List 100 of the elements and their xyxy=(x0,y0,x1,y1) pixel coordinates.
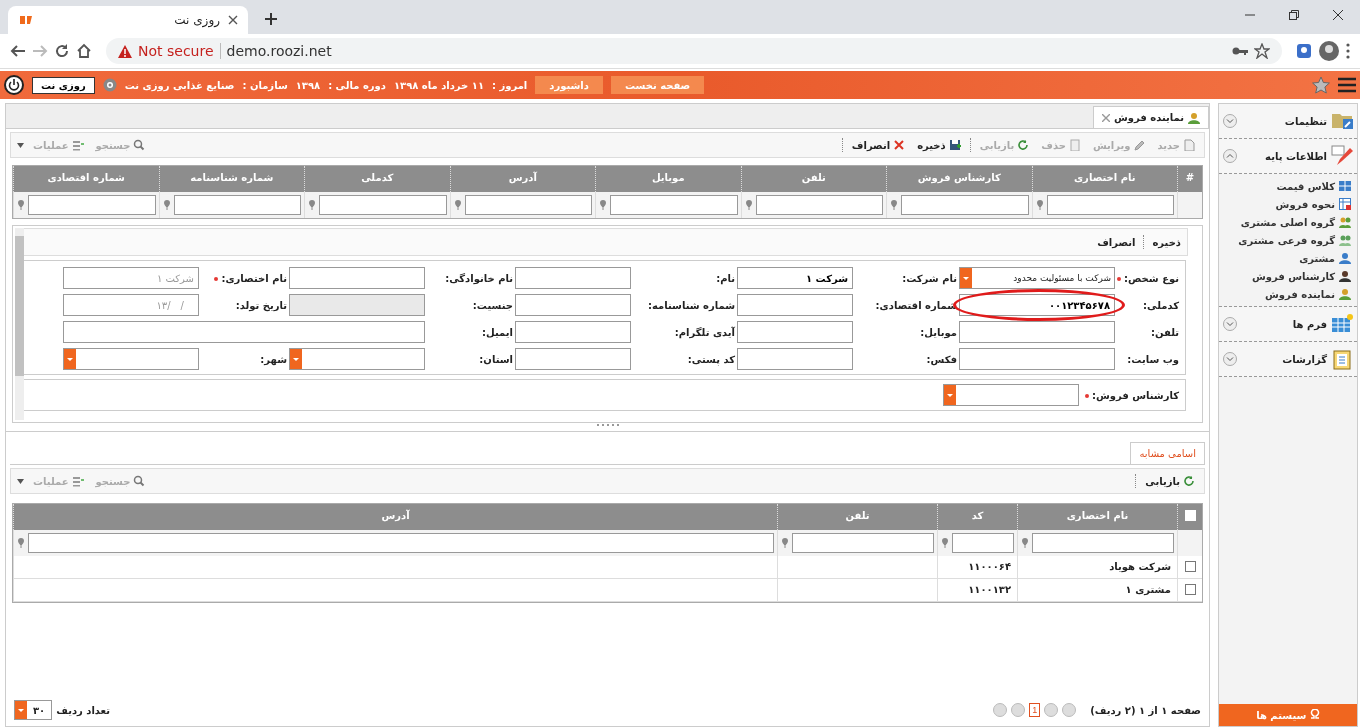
form-action-button[interactable]: ذخیره xyxy=(1152,236,1181,248)
filter-pin-icon[interactable] xyxy=(1035,200,1044,210)
column-header[interactable]: تلفن xyxy=(740,166,886,192)
filter-pin-icon[interactable] xyxy=(308,200,316,210)
filter-pin-icon[interactable] xyxy=(744,200,753,210)
scrollbar[interactable] xyxy=(15,228,24,420)
sidebar-item[interactable]: نماینده فروش xyxy=(1219,285,1357,303)
input-field[interactable] xyxy=(515,267,631,289)
dropdown[interactable] xyxy=(63,348,199,370)
profile-avatar-icon[interactable] xyxy=(1318,40,1340,62)
power-icon[interactable] xyxy=(4,75,24,95)
first-page-button[interactable] xyxy=(1062,703,1077,717)
filter-field[interactable] xyxy=(173,195,301,215)
filter-pin-icon[interactable] xyxy=(162,200,171,210)
filter-field[interactable] xyxy=(28,533,774,553)
star-icon[interactable] xyxy=(1312,76,1330,94)
previous-page-button[interactable] xyxy=(1044,703,1059,717)
filter-field[interactable] xyxy=(901,195,1029,215)
input-field[interactable] xyxy=(289,267,425,289)
input-field[interactable] xyxy=(737,348,853,370)
sidebar-item[interactable]: نحوه فروش xyxy=(1219,195,1357,213)
toolbar-button[interactable]: عملیات xyxy=(30,139,87,151)
sidebar-item[interactable]: کارشناس فروش xyxy=(1219,267,1357,285)
toolbar-button[interactable]: جستجو xyxy=(92,139,149,151)
filter-field[interactable] xyxy=(952,533,1014,553)
input-field[interactable]: شرکت ۱ xyxy=(63,267,199,289)
reload-icon[interactable] xyxy=(54,43,70,59)
next-page-button[interactable] xyxy=(1011,703,1026,717)
filter-field[interactable] xyxy=(1032,533,1174,553)
filter-pin-icon[interactable] xyxy=(453,200,462,210)
splitter-handle[interactable] xyxy=(595,423,620,427)
sidebar-item[interactable]: کلاس قیمت xyxy=(1219,177,1357,195)
filter-field[interactable] xyxy=(610,195,738,215)
restore-icon[interactable] xyxy=(1289,10,1299,20)
filter-pin-icon[interactable] xyxy=(17,200,25,210)
select-all-checkbox[interactable] xyxy=(1184,510,1196,521)
more-icon[interactable] xyxy=(1346,43,1350,59)
filter-pin-icon[interactable] xyxy=(1021,538,1029,548)
rows-per-page-dropdown[interactable]: ۳۰ xyxy=(14,700,53,720)
filter-field[interactable] xyxy=(464,195,592,215)
forward-icon[interactable] xyxy=(32,43,48,59)
settings-icon[interactable] xyxy=(102,78,117,92)
filter-field[interactable] xyxy=(755,195,883,215)
caret-icon[interactable] xyxy=(17,142,24,148)
input-field[interactable] xyxy=(515,294,631,316)
filter-pin-icon[interactable] xyxy=(890,200,898,210)
filter-pin-icon[interactable] xyxy=(941,538,949,548)
key-icon[interactable] xyxy=(1232,46,1248,56)
dropdown[interactable] xyxy=(289,348,425,370)
star-icon[interactable] xyxy=(1254,43,1270,59)
column-header[interactable]: کارشناس فروش xyxy=(886,166,1032,192)
browser-tab[interactable]: روزی نت xyxy=(8,6,248,34)
column-header[interactable]: موبایل xyxy=(595,166,741,192)
sidebar-item[interactable]: مشتری xyxy=(1219,249,1357,267)
systems-button[interactable]: سیستم ها xyxy=(1219,704,1357,726)
caret-icon[interactable] xyxy=(17,478,24,484)
column-header[interactable]: شماره اقتصادی xyxy=(13,166,159,192)
input-field[interactable]: __/__/۱۳ xyxy=(63,294,199,316)
filter-field[interactable] xyxy=(1046,195,1174,215)
input-field[interactable] xyxy=(959,348,1115,370)
input-field[interactable]: ۰۰۱۲۳۴۵۶۷۸ xyxy=(959,294,1115,316)
input-field[interactable] xyxy=(515,321,631,343)
toolbar-button[interactable]: ذخیره xyxy=(914,139,964,151)
filter-field[interactable] xyxy=(319,195,447,215)
input-field[interactable] xyxy=(63,321,425,343)
filter-field[interactable] xyxy=(792,533,934,553)
page-number-button[interactable]: 1 xyxy=(1029,703,1041,717)
toolbar-button[interactable]: بازیابی xyxy=(1142,475,1198,487)
address-bar[interactable]: Not secure demo.roozi.net xyxy=(106,38,1282,64)
input-field[interactable] xyxy=(737,294,853,316)
close-icon[interactable] xyxy=(228,15,238,25)
close-icon[interactable] xyxy=(1333,10,1343,20)
back-icon[interactable] xyxy=(10,43,26,59)
column-header[interactable]: شماره شناسنامه xyxy=(158,166,304,192)
home-icon[interactable] xyxy=(76,43,92,59)
dropdown[interactable] xyxy=(942,384,1079,406)
header-button[interactable]: داشبورد xyxy=(535,76,603,94)
sidebar-item[interactable]: گروه فرعی مشتری xyxy=(1219,231,1357,249)
dropdown[interactable]: شرکت با مسئولیت محدود xyxy=(959,267,1115,289)
panel-tab[interactable]: اسامی مشابه xyxy=(1130,442,1205,464)
form-action-button[interactable]: انصراف xyxy=(1097,236,1136,248)
column-header[interactable]: کدملی xyxy=(304,166,450,192)
filter-field[interactable] xyxy=(28,195,156,215)
column-header[interactable]: تلفن xyxy=(777,504,937,530)
header-button[interactable]: صفحه نخست xyxy=(610,76,705,94)
toolbar-button[interactable]: انصراف xyxy=(848,139,909,151)
filter-pin-icon[interactable] xyxy=(599,200,607,210)
input-field[interactable] xyxy=(515,348,631,370)
toolbar-button[interactable]: جستجو xyxy=(92,475,149,487)
page-tab[interactable]: نماینده فروش xyxy=(1093,106,1209,128)
row-checkbox[interactable] xyxy=(1184,584,1196,595)
column-header[interactable]: آدرس xyxy=(13,504,777,530)
column-header[interactable]: کد xyxy=(937,504,1017,530)
sidebar-item[interactable]: گروه اصلی مشتری xyxy=(1219,213,1357,231)
menu-icon[interactable] xyxy=(1338,77,1356,93)
filter-pin-icon[interactable] xyxy=(17,538,25,548)
last-page-button[interactable] xyxy=(993,703,1008,717)
column-header[interactable]: نام اختصاری xyxy=(1031,166,1177,192)
toolbar-button[interactable]: عملیات xyxy=(30,475,87,487)
column-header[interactable]: آدرس xyxy=(449,166,595,192)
